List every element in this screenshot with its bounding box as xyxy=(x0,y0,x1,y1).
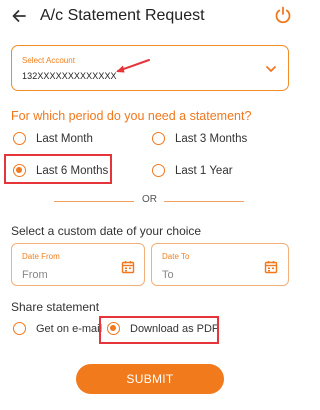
date-from-field[interactable]: Date From From xyxy=(11,243,145,286)
option-last-3-months[interactable]: Last 3 Months xyxy=(152,132,247,145)
arrow-left-icon[interactable] xyxy=(9,6,29,26)
share-question: Share statement xyxy=(11,300,100,314)
option-label: Get on e-mail xyxy=(36,322,103,335)
highlight-box xyxy=(4,154,112,184)
option-label: Last 1 Year xyxy=(175,164,233,177)
date-to-field[interactable]: Date To To xyxy=(151,243,289,286)
or-divider: OR xyxy=(54,194,244,208)
account-label: Select Account xyxy=(22,56,75,65)
option-label: Last Month xyxy=(36,132,93,145)
power-icon[interactable] xyxy=(272,4,294,26)
submit-button[interactable]: SUBMIT xyxy=(76,364,224,394)
divider-line xyxy=(54,201,134,202)
radio-button[interactable] xyxy=(13,132,26,145)
page-title: A/c Statement Request xyxy=(40,7,205,24)
or-text: OR xyxy=(142,194,157,205)
radio-button[interactable] xyxy=(152,132,165,145)
option-last-1-year[interactable]: Last 1 Year xyxy=(152,164,233,177)
option-email[interactable]: Get on e-mail xyxy=(13,322,102,335)
date-from-label: Date From xyxy=(22,252,60,261)
period-question: For which period do you need a statement… xyxy=(11,109,252,123)
annotation-arrow-icon xyxy=(116,59,150,73)
chevron-down-icon[interactable] xyxy=(265,63,277,75)
date-to-label: Date To xyxy=(162,252,190,261)
calendar-icon[interactable] xyxy=(264,260,278,274)
radio-button[interactable] xyxy=(152,164,165,177)
radio-button[interactable] xyxy=(13,322,26,335)
account-value: 132XXXXXXXXXXXXX xyxy=(22,71,117,81)
option-last-month[interactable]: Last Month xyxy=(13,132,93,145)
highlight-box xyxy=(99,316,219,344)
calendar-icon[interactable] xyxy=(121,260,135,274)
option-label: Last 3 Months xyxy=(175,132,248,145)
custom-date-question: Select a custom date of your choice xyxy=(11,224,202,238)
date-to-placeholder: To xyxy=(162,269,174,281)
divider-line xyxy=(164,201,244,202)
date-from-placeholder: From xyxy=(22,269,48,281)
app-header: A/c Statement Request xyxy=(0,0,300,32)
